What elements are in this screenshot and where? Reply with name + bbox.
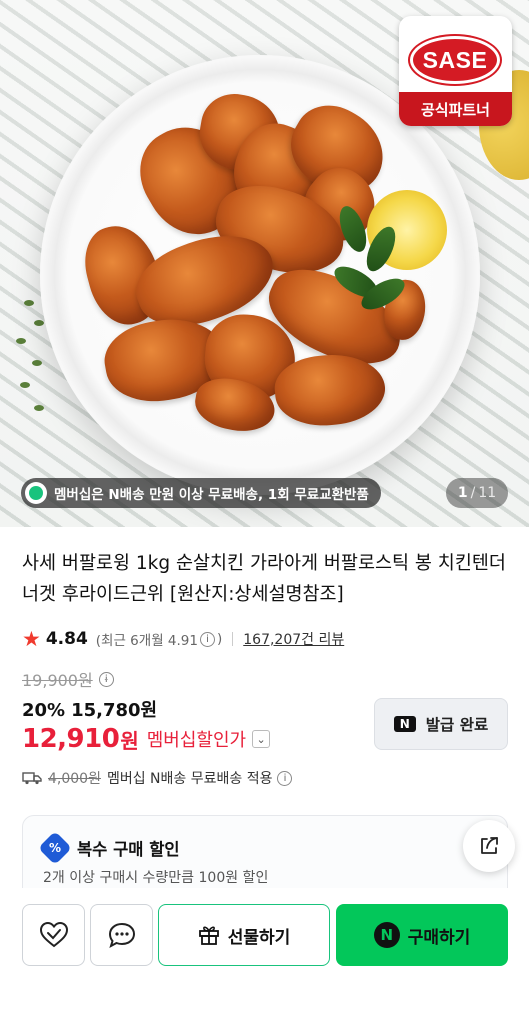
rating-row: ★ 4.84 (최근 6개월 4.91 i ) 167,207건 리뷰 bbox=[22, 627, 344, 651]
truck-icon bbox=[22, 772, 42, 785]
coupon-button[interactable]: N 발급 완료 bbox=[374, 698, 508, 750]
wishlist-button[interactable] bbox=[22, 904, 85, 966]
heart-icon bbox=[39, 921, 68, 948]
chat-icon bbox=[108, 922, 135, 949]
badge-label: 공식파트너 bbox=[399, 92, 512, 126]
original-price: 19,900원 bbox=[22, 671, 93, 690]
membership-notice[interactable]: 멤버십은 N배송 만원 이상 무료배송, 1회 무료교환반품 bbox=[21, 478, 381, 508]
multi-discount-title: 복수 구매 할인 bbox=[77, 840, 180, 859]
official-partner-badge: SASE 공식파트너 bbox=[399, 16, 512, 126]
gift-icon bbox=[198, 926, 219, 945]
naver-pay-icon: N bbox=[373, 922, 400, 948]
star-icon: ★ bbox=[22, 627, 41, 651]
member-price-unit: 원 bbox=[120, 728, 139, 753]
chevron-down-icon[interactable]: ⌄ bbox=[252, 730, 271, 748]
recent-rating-close: ) bbox=[216, 631, 223, 647]
buy-label: 구매하기 bbox=[407, 927, 471, 948]
shipping-old-price: 4,000원 bbox=[48, 771, 101, 787]
member-price-label: 멤버십할인가 bbox=[146, 730, 247, 751]
buy-button[interactable]: N 구매하기 bbox=[336, 904, 508, 966]
divider bbox=[232, 632, 234, 646]
recent-rating: (최근 6개월 4.91 bbox=[95, 633, 198, 649]
shipping-text: 멤버십 N배송 무료배송 적용 bbox=[106, 771, 273, 787]
gift-button[interactable]: 선물하기 bbox=[158, 904, 330, 966]
discount-row: 20% 15,780원 bbox=[22, 696, 157, 722]
notice-text: 멤버십은 N배송 만원 이상 무료배송, 1회 무료교환반품 bbox=[54, 487, 369, 503]
counter-total: 11 bbox=[478, 485, 497, 501]
member-price-row[interactable]: 12,910 원 멤버십할인가 ⌄ bbox=[22, 724, 271, 754]
multi-discount-description: 2개 이상 구매시 수량만큼 100원 할인 bbox=[43, 870, 269, 886]
brand-logo: SASE bbox=[410, 36, 500, 84]
image-counter: 1 / 11 bbox=[446, 478, 508, 508]
share-button[interactable] bbox=[463, 820, 515, 872]
coupon-label: 발급 완료 bbox=[425, 716, 489, 734]
review-count-link[interactable]: 167,207건 리뷰 bbox=[243, 629, 344, 649]
share-icon bbox=[481, 837, 498, 854]
info-icon[interactable]: i bbox=[199, 631, 215, 647]
chat-button[interactable] bbox=[90, 904, 153, 966]
counter-separator: / bbox=[470, 485, 476, 501]
multi-discount-header: % 복수 구매 할인 bbox=[38, 831, 180, 865]
counter-current: 1 bbox=[457, 485, 468, 501]
shipping-row: 4,000원 멤버십 N배송 무료배송 적용 i bbox=[22, 768, 294, 788]
original-price-row: 19,900원 i bbox=[22, 667, 116, 691]
info-icon[interactable]: i bbox=[98, 671, 114, 687]
naver-n-icon: N bbox=[393, 716, 416, 732]
info-icon[interactable]: i bbox=[277, 770, 293, 786]
percent-icon: % bbox=[38, 831, 72, 865]
rating-score: 4.84 bbox=[45, 629, 88, 649]
discount-rate: 20% bbox=[22, 700, 66, 721]
member-price: 12,910 bbox=[22, 724, 120, 754]
product-image[interactable]: SASE 공식파트너 멤버십은 N배송 만원 이상 무료배송, 1회 무료교환반… bbox=[0, 0, 529, 527]
membership-icon bbox=[25, 482, 47, 504]
discount-price: 15,780원 bbox=[71, 700, 158, 721]
gift-label: 선물하기 bbox=[227, 927, 291, 948]
product-title: 사세 버팔로윙 1kg 순살치킨 가라아게 버팔로스틱 봉 치킨텐더 너겟 후라… bbox=[22, 553, 506, 605]
bottom-action-bar: 선물하기 N 구매하기 bbox=[0, 888, 529, 1024]
